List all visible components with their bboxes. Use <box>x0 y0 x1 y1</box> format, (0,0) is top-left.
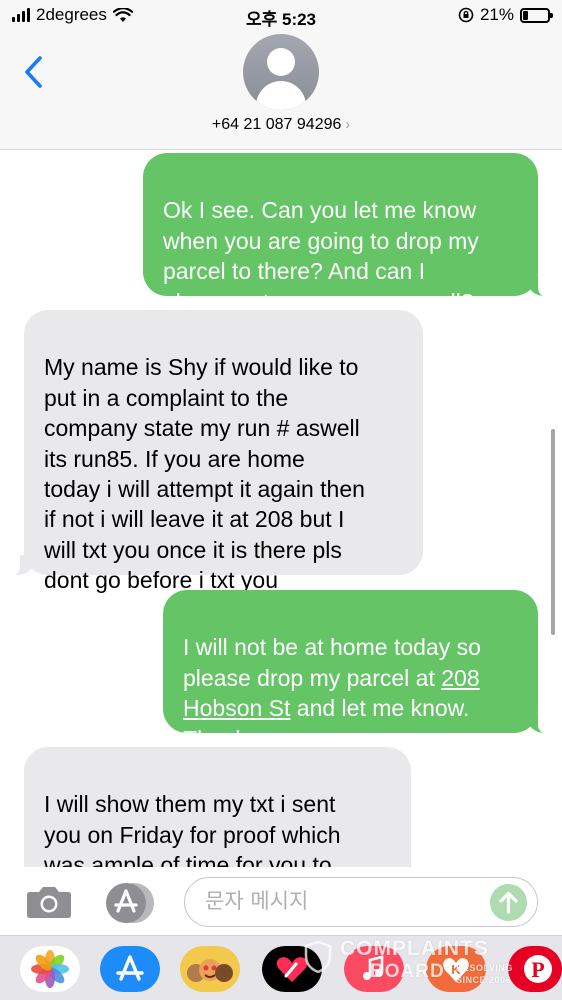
svg-text:K: K <box>451 962 461 977</box>
photos-icon[interactable] <box>20 946 80 992</box>
app-store-icon[interactable] <box>100 946 160 992</box>
battery-icon <box>520 7 553 23</box>
pinterest-icon[interactable]: P <box>508 946 562 992</box>
k-app-icon[interactable]: K <box>426 946 486 992</box>
message-list[interactable]: Ok I see. Can you let me know when you a… <box>0 151 562 867</box>
svg-text:P: P <box>531 957 544 982</box>
message-text: Ok I see. Can you let me know when you a… <box>163 197 479 315</box>
battery-fill <box>523 10 528 20</box>
status-right: 21% <box>458 5 553 25</box>
memoji-icon[interactable] <box>180 946 240 992</box>
orientation-lock-icon <box>458 7 474 23</box>
input-bar: 문자 메시지 <box>0 867 562 935</box>
arrow-up-icon[interactable] <box>490 884 527 921</box>
contact-avatar[interactable] <box>243 34 319 110</box>
conversation-header: 2degrees 오후 5:23 21% +64 21 087 94296 › <box>0 0 562 150</box>
message-text: My name is Shy if would like to put in a… <box>44 354 365 594</box>
contact-name-button[interactable]: +64 21 087 94296 › <box>0 116 562 134</box>
message-bubble-outgoing[interactable]: Ok I see. Can you let me know when you a… <box>143 153 538 315</box>
message-text: I will show them my txt i sent you on Fr… <box>44 791 341 867</box>
message-bubble-incoming[interactable]: My name is Shy if would like to put in a… <box>24 310 423 593</box>
message-placeholder: 문자 메시지 <box>205 889 309 913</box>
message-input[interactable]: 문자 메시지 <box>184 877 538 927</box>
camera-icon[interactable] <box>26 885 72 919</box>
message-text: I will not be at home today so please dr… <box>183 634 481 691</box>
bubble-tail <box>4 551 34 577</box>
bubble-tail <box>528 709 554 735</box>
back-chevron-icon[interactable] <box>20 54 50 90</box>
bubble-tail <box>528 272 554 298</box>
scrollbar[interactable] <box>551 429 555 635</box>
chevron-right-icon: › <box>345 116 351 132</box>
music-icon[interactable] <box>344 946 404 992</box>
status-bar: 2degrees 오후 5:23 21% <box>0 0 562 32</box>
contact-number: +64 21 087 94296 <box>211 116 342 133</box>
app-store-icon[interactable] <box>104 881 156 925</box>
app-drawer: K P <box>0 935 562 1000</box>
digital-touch-icon[interactable] <box>262 946 322 992</box>
message-bubble-incoming[interactable]: I will show them my txt i sent you on Fr… <box>24 747 411 867</box>
battery-percent: 21% <box>479 5 514 24</box>
message-bubble-outgoing[interactable]: I will not be at home today so please dr… <box>163 590 538 752</box>
